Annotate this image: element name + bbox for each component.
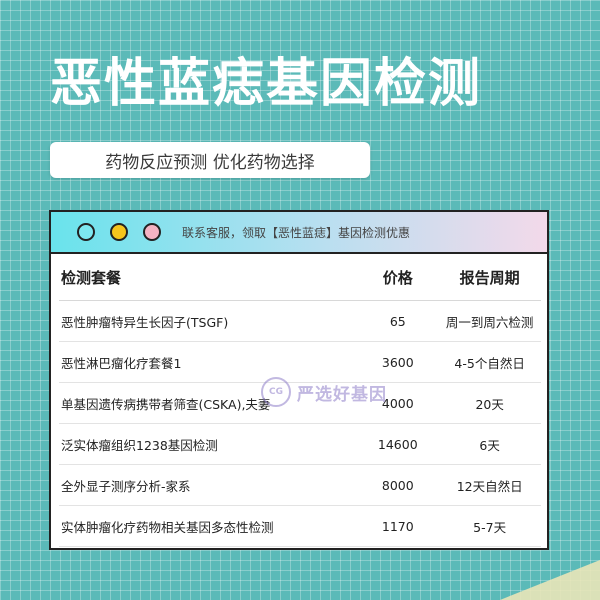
table-row[interactable]: 恶性淋巴瘤化疗套餐1 3600 4-5个自然日 (59, 342, 541, 383)
package-period: 周一到周六检测 (445, 314, 534, 330)
subtitle-banner: 药物反应预测 优化药物选择 (50, 142, 370, 178)
package-name: 泛实体瘤组织1238基因检测 (61, 437, 218, 453)
package-period: 12天自然日 (456, 478, 523, 494)
table-row[interactable]: 实体肿瘤化疗药物相关基因多态性检测 1170 5-7天 (59, 506, 541, 547)
header-report-period: 报告周期 (459, 268, 520, 287)
package-price: 3600 (381, 354, 414, 370)
price-card-window: 联系客服，领取【恶性蓝痣】基因检测优惠 检测套餐 价格 报告周期 恶性肿瘤特异生… (49, 210, 549, 550)
package-price: 8000 (381, 477, 414, 493)
package-name: 恶性肿瘤特异生长因子(TSGF) (61, 314, 229, 330)
package-table: 检测套餐 价格 报告周期 恶性肿瘤特异生长因子(TSGF) 65 周一到周六检测… (51, 254, 547, 547)
package-period: 5-7天 (473, 519, 507, 535)
package-name: 实体肿瘤化疗药物相关基因多态性检测 (61, 519, 274, 535)
window-dot-pink (143, 223, 161, 241)
package-price: 65 (389, 313, 406, 329)
table-row[interactable]: 恶性肿瘤特异生长因子(TSGF) 65 周一到周六检测 (59, 301, 541, 342)
window-dot-yellow (110, 223, 128, 241)
corner-decoration (500, 560, 600, 600)
subtitle-text: 药物反应预测 优化药物选择 (105, 152, 315, 173)
table-header-row: 检测套餐 价格 报告周期 (59, 254, 541, 301)
package-period: 20天 (475, 396, 504, 412)
customer-service-notice[interactable]: 联系客服，领取【恶性蓝痣】基因检测优惠 (182, 224, 410, 241)
page-title: 恶性蓝痣基因检测 (50, 54, 483, 114)
header-price: 价格 (382, 268, 413, 287)
package-period: 4-5个自然日 (454, 355, 525, 371)
table-row[interactable]: 泛实体瘤组织1238基因检测 14600 6天 (59, 424, 541, 465)
package-name: 恶性淋巴瘤化疗套餐1 (61, 355, 182, 371)
package-price: 4000 (381, 395, 414, 411)
table-row[interactable]: 全外显子测序分析-家系 8000 12天自然日 (59, 465, 541, 506)
package-name: 全外显子测序分析-家系 (61, 478, 191, 494)
package-name: 单基因遗传病携带者筛查(CSKA),夫妻 (61, 396, 271, 412)
package-price: 14600 (377, 436, 418, 452)
table-row[interactable]: 单基因遗传病携带者筛查(CSKA),夫妻 4000 20天 (59, 383, 541, 424)
window-dot-cyan (77, 223, 95, 241)
window-title-bar: 联系客服，领取【恶性蓝痣】基因检测优惠 (51, 212, 547, 254)
package-period: 6天 (479, 437, 500, 453)
header-package: 检测套餐 (61, 268, 122, 287)
package-price: 1170 (381, 518, 414, 534)
